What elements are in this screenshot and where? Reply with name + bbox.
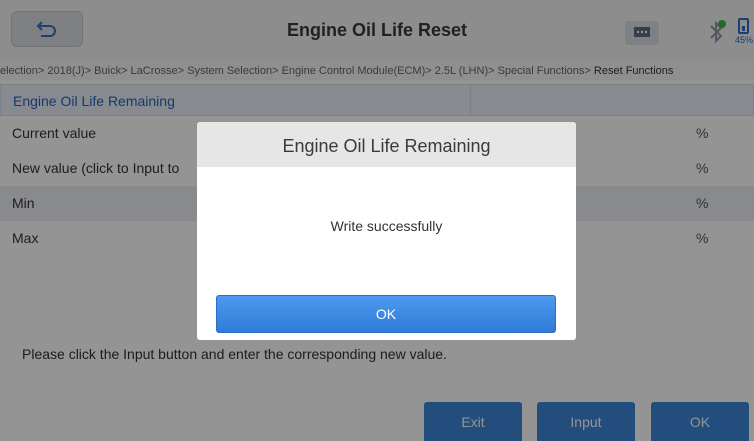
dialog-title: Engine Oil Life Remaining [197, 122, 576, 167]
dialog-message: Write successfully [330, 218, 443, 234]
result-dialog: Engine Oil Life Remaining Write successf… [197, 122, 576, 340]
dialog-ok-button[interactable]: OK [216, 295, 556, 333]
